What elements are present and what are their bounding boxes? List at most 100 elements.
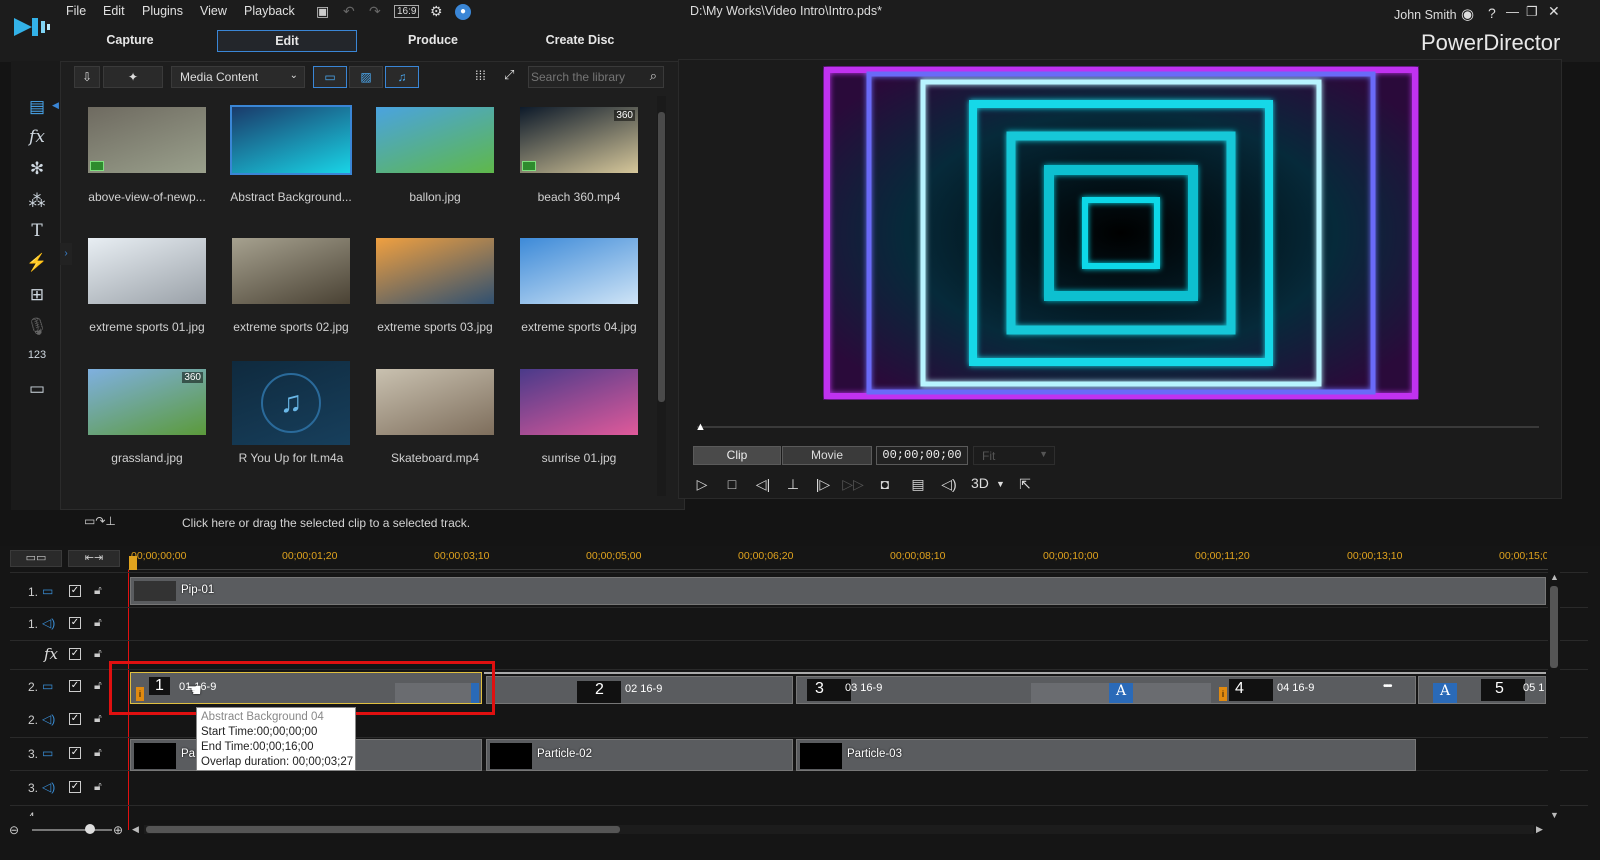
filter-image-button[interactable]: ▨ bbox=[349, 66, 383, 88]
next-frame-icon[interactable]: |▷ bbox=[811, 474, 835, 494]
lock-icon[interactable]: 🔓︎ bbox=[94, 711, 102, 726]
import-media-button[interactable]: ⇩ bbox=[74, 66, 100, 88]
audio-track-icon[interactable]: ◁) bbox=[42, 780, 55, 794]
hscroll-thumb[interactable] bbox=[146, 826, 620, 833]
save-icon[interactable]: ▣ bbox=[316, 3, 329, 20]
track-enable-checkbox[interactable]: ✓ bbox=[69, 617, 81, 629]
lock-icon[interactable]: 🔓︎ bbox=[94, 779, 102, 794]
particle-clip-3[interactable]: Particle-03 bbox=[796, 739, 1416, 771]
subtitle-icon[interactable]: ▤ bbox=[906, 474, 930, 494]
title-room-icon[interactable]: T bbox=[25, 221, 49, 243]
seek-handle-icon[interactable]: ▲ bbox=[695, 421, 706, 433]
track-enable-checkbox[interactable]: ✓ bbox=[69, 585, 81, 597]
redo-icon[interactable]: ↷ bbox=[369, 3, 381, 20]
3d-toggle[interactable]: 3D bbox=[971, 475, 989, 491]
timeline-hint[interactable]: Click here or drag the selected clip to … bbox=[182, 516, 470, 530]
info-icon[interactable]: i bbox=[1219, 687, 1227, 701]
menu-plugins[interactable]: Plugins bbox=[142, 4, 183, 18]
media-thumbnail[interactable]: 360 bbox=[520, 107, 638, 173]
title-effect-icon[interactable]: A bbox=[1109, 683, 1133, 703]
media-thumbnail[interactable]: 360 bbox=[88, 369, 206, 435]
pip-clip[interactable]: Pip-01 bbox=[130, 577, 1546, 605]
video-track-icon[interactable]: ▭ bbox=[42, 746, 53, 760]
voice-over-icon[interactable]: 🎙 bbox=[25, 317, 49, 339]
transition-room-icon[interactable]: ⚡ bbox=[25, 253, 49, 275]
track-enable-checkbox[interactable]: ✓ bbox=[69, 781, 81, 793]
timeline-vscrollbar[interactable]: ▲ ▼ bbox=[1548, 572, 1560, 820]
menu-file[interactable]: File bbox=[66, 4, 86, 18]
zoom-slider-handle[interactable] bbox=[85, 824, 95, 834]
video-clip-3[interactable]: 3 03 16-9 A i 4 04 16-9 ••••• bbox=[796, 676, 1416, 704]
stop-icon[interactable]: □ bbox=[720, 474, 744, 494]
media-thumbnail[interactable] bbox=[230, 105, 352, 175]
3d-chevron-icon[interactable]: ▼ bbox=[996, 479, 1005, 489]
search-icon[interactable]: ⌕ bbox=[650, 68, 657, 84]
grid-view-icon[interactable]: ⁞⁞⁞ bbox=[475, 68, 486, 83]
particle-clip-2[interactable]: Particle-02 bbox=[486, 739, 793, 771]
media-thumbnail[interactable] bbox=[520, 369, 638, 435]
zoom-fit-dropdown[interactable]: Fit ▼ bbox=[973, 446, 1055, 465]
minimize-icon[interactable]: — bbox=[1506, 4, 1519, 19]
scroll-right-icon[interactable]: ▶ bbox=[1536, 824, 1543, 835]
menu-edit[interactable]: Edit bbox=[103, 4, 125, 18]
fit-timeline-button[interactable]: ⇤⇥ bbox=[68, 550, 120, 567]
track-enable-checkbox[interactable]: ✓ bbox=[69, 680, 81, 692]
split-icon[interactable]: ⊥ bbox=[781, 474, 805, 494]
scroll-up-icon[interactable]: ▲ bbox=[1550, 572, 1559, 582]
plugins-button[interactable]: ✦ bbox=[103, 66, 163, 88]
undock-preview-icon[interactable]: ⇱ bbox=[1013, 474, 1037, 494]
audio-track-icon[interactable]: ◁) bbox=[42, 616, 55, 630]
library-scrollbar[interactable] bbox=[657, 96, 666, 496]
lock-icon[interactable]: 🔓︎ bbox=[94, 615, 102, 630]
lock-icon[interactable]: 🔓︎ bbox=[94, 745, 102, 760]
lock-icon[interactable]: 🔓︎ bbox=[94, 583, 102, 598]
zoom-slider[interactable] bbox=[32, 829, 112, 831]
timeline-hscrollbar[interactable] bbox=[144, 825, 1534, 834]
collapse-arrow-icon[interactable]: ◀ bbox=[52, 100, 59, 111]
timecode-display[interactable]: 00;00;00;00 bbox=[876, 446, 968, 465]
track-manager-button[interactable]: ▭▭ bbox=[10, 550, 62, 567]
aspect-ratio-selector[interactable]: 16:9 bbox=[394, 5, 420, 18]
library-search-input[interactable] bbox=[531, 69, 639, 85]
title-effect-icon[interactable]: A bbox=[1433, 683, 1457, 703]
video-track-icon[interactable]: ▭ bbox=[42, 584, 53, 598]
expand-view-icon[interactable]: ⤢ bbox=[504, 67, 514, 83]
effects-room-icon[interactable]: fx bbox=[25, 127, 49, 149]
close-icon[interactable]: ✕ bbox=[1548, 3, 1560, 20]
zoom-out-icon[interactable]: ⊖ bbox=[9, 823, 19, 837]
tab-capture[interactable]: Capture bbox=[60, 30, 200, 52]
previous-frame-icon[interactable]: ◁| bbox=[751, 474, 775, 494]
tab-produce[interactable]: Produce bbox=[363, 30, 503, 52]
media-thumbnail[interactable] bbox=[376, 369, 494, 435]
audio-mixing-icon[interactable]: ⊞ bbox=[25, 285, 49, 307]
user-name[interactable]: John Smith bbox=[1394, 8, 1457, 22]
video-clip-5[interactable]: A 5 05 1 bbox=[1418, 676, 1546, 704]
media-thumbnail[interactable] bbox=[376, 238, 494, 304]
particle-room-icon[interactable]: ⁂ bbox=[25, 191, 49, 213]
media-content-dropdown[interactable]: Media Content ⌄ bbox=[171, 66, 305, 88]
scroll-left-icon[interactable]: ◀ bbox=[132, 824, 139, 835]
keyframe-dots-icon[interactable]: ••••• bbox=[1383, 681, 1392, 692]
media-thumbnail[interactable] bbox=[376, 107, 494, 173]
timeline-ruler[interactable] bbox=[128, 548, 1548, 570]
track-enable-checkbox[interactable]: ✓ bbox=[69, 747, 81, 759]
media-thumbnail[interactable] bbox=[88, 107, 206, 173]
filter-audio-button[interactable]: ♫ bbox=[385, 66, 419, 88]
menu-playback[interactable]: Playback bbox=[244, 4, 295, 18]
tab-edit[interactable]: Edit bbox=[217, 30, 357, 52]
user-account-icon[interactable]: ◉ bbox=[1461, 5, 1474, 23]
media-thumbnail[interactable]: ♫ bbox=[232, 361, 350, 445]
fast-forward-icon[interactable]: ▷▷ bbox=[841, 474, 865, 494]
filter-video-button[interactable]: ▭ bbox=[313, 66, 347, 88]
track-enable-checkbox[interactable]: ✓ bbox=[69, 713, 81, 725]
preview-seek-bar[interactable] bbox=[697, 426, 1539, 428]
media-room-icon[interactable]: ▤ bbox=[25, 97, 49, 119]
settings-gear-icon[interactable]: ⚙ bbox=[430, 3, 443, 20]
chapter-room-icon[interactable]: 123 bbox=[25, 349, 49, 371]
audio-track-icon[interactable]: ◁) bbox=[42, 712, 55, 726]
media-thumbnail[interactable] bbox=[88, 238, 206, 304]
lock-icon[interactable]: 🔓︎ bbox=[94, 646, 102, 661]
help-button[interactable]: ? bbox=[1488, 5, 1496, 21]
track-enable-checkbox[interactable]: ✓ bbox=[69, 648, 81, 660]
restore-icon[interactable]: ❐ bbox=[1526, 4, 1538, 20]
